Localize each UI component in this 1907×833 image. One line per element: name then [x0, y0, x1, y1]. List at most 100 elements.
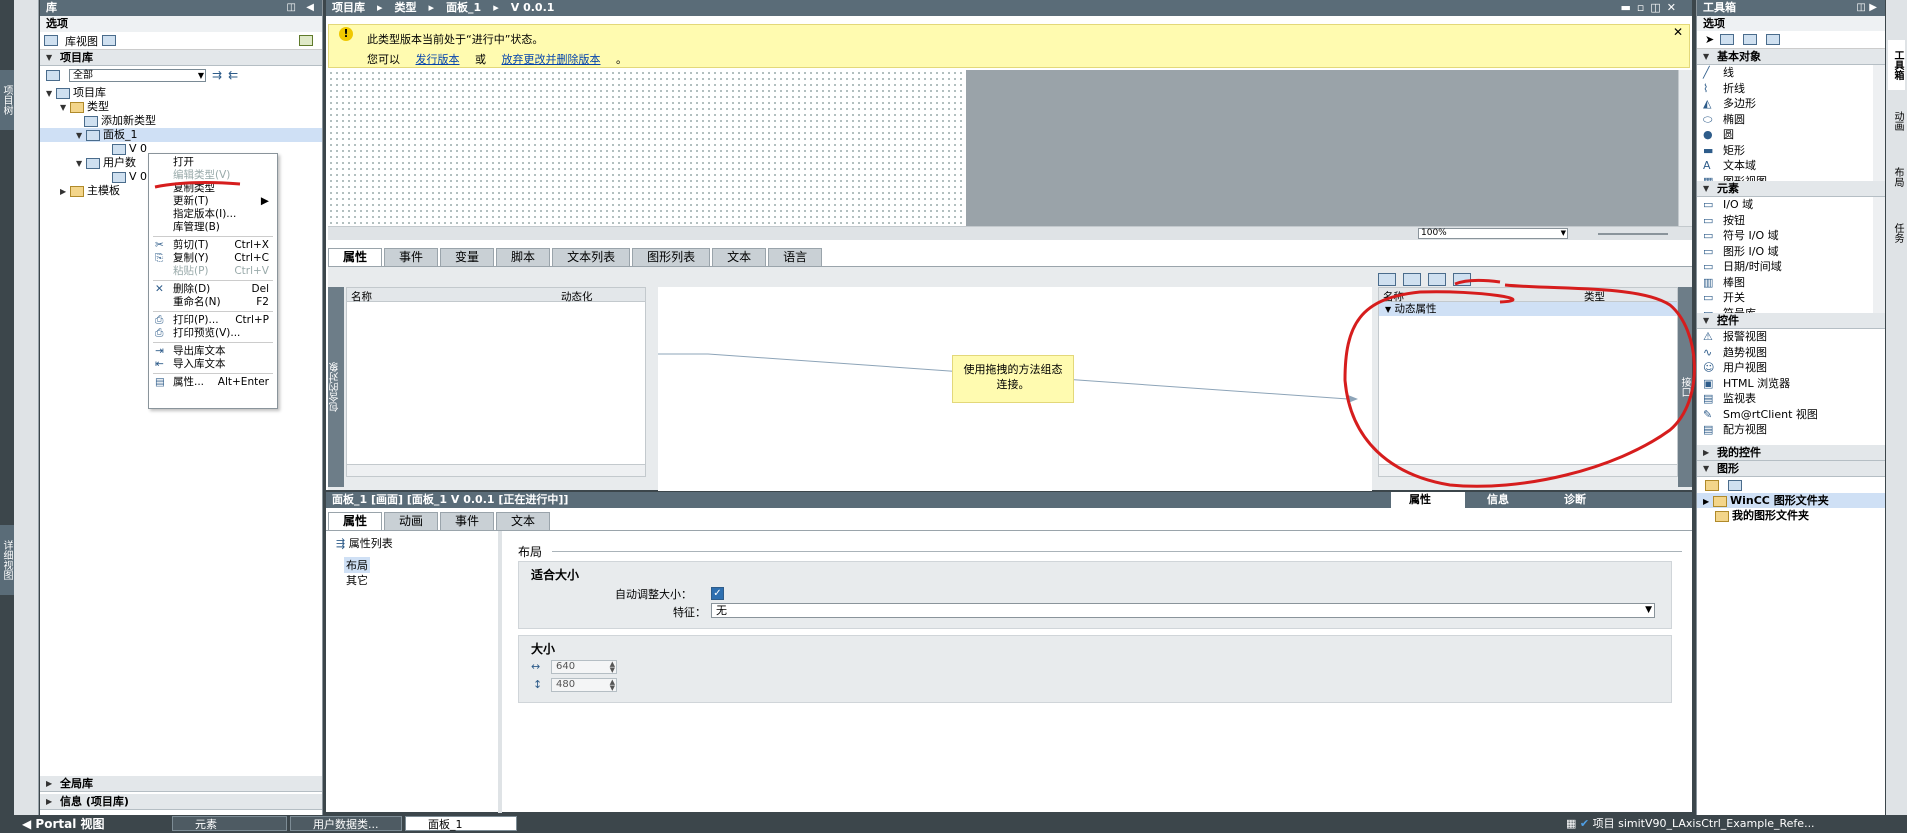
move-right-icon[interactable]: ⇉ — [212, 68, 222, 82]
context-menu-item[interactable]: 指定版本(I)... — [149, 208, 277, 221]
pointer-icon[interactable]: ➤ — [1705, 33, 1714, 46]
toolbox-item[interactable]: ▭ I/O 域 — [1697, 197, 1873, 213]
release-version-link[interactable]: 发行版本 — [416, 53, 460, 66]
toolbox-item[interactable]: ● 圆 — [1697, 127, 1873, 143]
context-menu-item[interactable]: ✂ 剪切(T) Ctrl+X — [149, 239, 277, 252]
toolbox-item[interactable]: ╱ 线 — [1697, 65, 1873, 81]
context-menu-item[interactable]: ⎙ 打印预览(V)... — [149, 327, 277, 340]
connection-area[interactable]: 使用拖拽的方法组态连接。 — [658, 287, 1372, 491]
graphics-item-wincc[interactable]: ▶ WinCC 图形文件夹 — [1697, 493, 1885, 508]
close-icon[interactable]: ✕ — [1673, 25, 1683, 39]
canvas-vscroll[interactable] — [1678, 70, 1692, 226]
toolbox-item[interactable]: A 文本域 — [1697, 158, 1873, 174]
nav-item-other[interactable]: 其它 — [346, 572, 368, 588]
context-menu-item[interactable]: 编辑类型(V) — [149, 169, 277, 182]
graphics-link-icon[interactable] — [1728, 479, 1742, 491]
context-menu-item[interactable]: ✕ 删除(D) Del — [149, 283, 277, 296]
toolbox-item[interactable]: ▭ 符号库 — [1697, 306, 1873, 314]
nav-splitter[interactable] — [498, 531, 502, 813]
layout-side-tab[interactable]: 布局 — [1888, 152, 1905, 202]
library-view-button[interactable]: 库视图 — [65, 33, 98, 49]
context-menu-item[interactable]: 粘贴(P) Ctrl+V — [149, 265, 277, 278]
animation-side-tab[interactable]: 动画 — [1888, 96, 1905, 146]
graphics-item-mine[interactable]: 我的图形文件夹 — [1697, 508, 1885, 523]
elements-section[interactable]: ▼ 元素 — [1697, 181, 1885, 197]
tree-item-add-new-type[interactable]: 添加新类型 — [40, 114, 322, 128]
toolbox-item[interactable]: ▭ 图形 I/O 域 — [1697, 244, 1873, 260]
toolbox-item[interactable]: ▭ 符号 I/O 域 — [1697, 228, 1873, 244]
add-interface-icon[interactable] — [1378, 273, 1396, 286]
toolbox-item[interactable]: ▤ 配方视图 — [1697, 422, 1885, 438]
info-section[interactable]: ▶ 信息 (项目库) — [40, 794, 322, 810]
taskbar-elements-button[interactable]: 元素 — [172, 816, 287, 831]
context-menu-item[interactable]: ⎘ 复制(Y) Ctrl+C — [149, 252, 277, 265]
col-dynamic-header[interactable]: 动态化 — [561, 289, 593, 304]
toolbox-item[interactable]: ⚠ 报警视图 — [1697, 329, 1885, 345]
toolbox-item[interactable]: ◭ 多边形 — [1697, 96, 1873, 112]
col-name-header[interactable]: 名称 — [351, 289, 372, 304]
library-toggle-icon[interactable] — [102, 35, 116, 46]
window-controls[interactable]: ▬▫◫✕ — [1621, 0, 1682, 16]
right-grid-hscroll[interactable] — [1379, 464, 1677, 476]
interface-tab[interactable]: 变量 — [440, 248, 495, 266]
interface-tab[interactable]: 文本列表 — [552, 248, 631, 266]
context-menu-item[interactable]: 复制类型 — [149, 182, 277, 195]
toolbox-item[interactable]: ▭ 日期/时间域 — [1697, 259, 1873, 275]
basic-objects-section[interactable]: ▼ 基本对象 — [1697, 49, 1885, 65]
context-menu-item[interactable]: ⎙ 打印(P)... Ctrl+P — [149, 314, 277, 327]
project-library-section[interactable]: ▼ 项目库 — [40, 50, 322, 66]
collapse-left-icon[interactable]: ◀ — [306, 0, 314, 16]
tree-item-types[interactable]: ▼ 类型 — [40, 100, 322, 114]
global-library-section[interactable]: ▶ 全局库 — [40, 776, 322, 792]
interface-tab[interactable]: 脚本 — [496, 248, 551, 266]
breadcrumb-item[interactable]: 面板_1 — [446, 0, 481, 16]
toolbox-item[interactable]: ▭ 按钮 — [1697, 213, 1873, 229]
tool-icon-c[interactable] — [1766, 34, 1781, 45]
filter-icon[interactable] — [46, 69, 60, 81]
toolbox-item[interactable]: ☺ 用户视图 — [1697, 360, 1885, 376]
nav-item-layout[interactable]: 布局 — [344, 557, 370, 573]
open-library-icon[interactable] — [299, 35, 313, 46]
interface-tab[interactable]: 文本 — [712, 248, 767, 266]
context-menu-item[interactable]: ⇤ 导入库文本 — [149, 358, 277, 371]
spin-icon[interactable]: ▲ ▼ — [610, 679, 615, 692]
context-menu-item[interactable]: 打开 — [149, 156, 277, 169]
tab-info-top[interactable]: 信息 — [1469, 492, 1509, 508]
toolbox-item[interactable]: ▥ 棒图 — [1697, 275, 1873, 291]
col-name-header[interactable]: 名称 — [1383, 289, 1404, 304]
toolbox-item[interactable]: ▤ 监视表 — [1697, 391, 1885, 407]
zoom-slider[interactable] — [1598, 233, 1668, 235]
breadcrumb-item[interactable]: 项目库 — [332, 0, 365, 16]
taskbar-udt-button[interactable]: 用户数据类... — [290, 816, 402, 831]
interface-strip[interactable]: 接口 — [1678, 287, 1692, 487]
toolbox-item[interactable]: ⬭ 椭圆 — [1697, 112, 1873, 128]
toolbox-item[interactable]: ▭ 开关 — [1697, 290, 1873, 306]
tasks-side-tab[interactable]: 任务 — [1888, 208, 1905, 258]
context-menu-item[interactable]: 库管理(B) — [149, 221, 277, 234]
auto-size-checkbox[interactable]: ✓ — [711, 587, 724, 600]
controls-section[interactable]: ▼ 控件 — [1697, 313, 1885, 329]
interface-tab[interactable]: 属性 — [328, 248, 383, 266]
toolbox-item[interactable]: ∿ 趋势视图 — [1697, 345, 1885, 361]
move-left-icon[interactable]: ⇇ — [228, 68, 238, 82]
tab-properties-top[interactable]: 属性 — [1391, 492, 1465, 508]
inspector-tab[interactable]: 事件 — [440, 512, 495, 530]
pin-icon[interactable]: ◫ — [287, 0, 296, 16]
insert-property-icon[interactable] — [1403, 273, 1421, 286]
tool-icon-b[interactable] — [1743, 34, 1758, 45]
inspector-tab[interactable]: 文本 — [496, 512, 551, 530]
my-controls-section[interactable]: ▶ 我的控件 — [1697, 445, 1885, 461]
context-menu-item[interactable]: 更新(T) ▶ — [149, 195, 277, 208]
feature-select[interactable]: 无 ▼ — [711, 603, 1655, 618]
width-input[interactable]: 640 ▲ ▼ — [551, 660, 617, 674]
tree-item-project-library[interactable]: ▼ 项目库 — [40, 86, 322, 100]
toolbox-side-tab[interactable]: 工具箱 — [1888, 40, 1905, 90]
portal-view-button[interactable]: ◀ Portal 视图 — [22, 816, 105, 832]
move-up-icon[interactable] — [1428, 273, 1446, 286]
inspector-tab[interactable]: 属性 — [328, 512, 383, 530]
screen-canvas[interactable] — [328, 70, 966, 226]
details-view-collapsed-tab[interactable]: 详细视图 — [0, 525, 14, 595]
tool-icon-a[interactable] — [1720, 34, 1735, 45]
breadcrumb-item[interactable]: V 0.0.1 — [511, 0, 555, 16]
zoom-select[interactable]: 100% ▼ — [1418, 228, 1568, 239]
